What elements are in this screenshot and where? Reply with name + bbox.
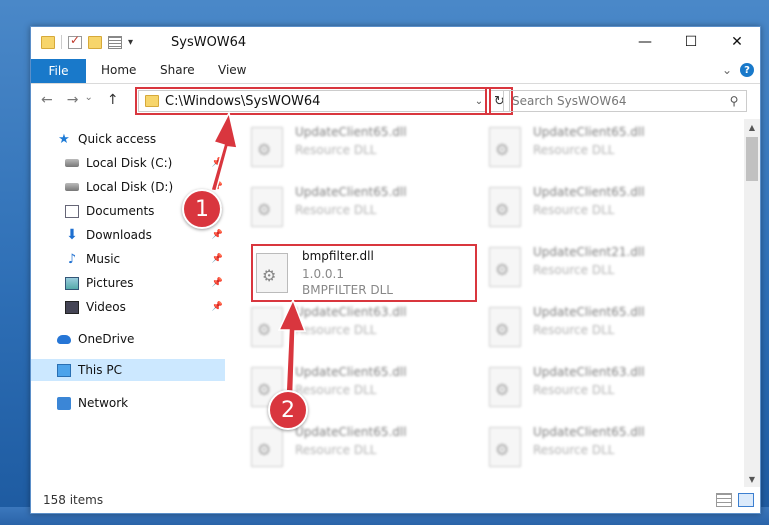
arrow-2 [277, 298, 307, 396]
arrow-1 [210, 110, 238, 192]
callout-badge-2: 2 [268, 390, 308, 430]
callout-arrows [210, 110, 307, 396]
callout-badge-1: 1 [182, 189, 222, 229]
